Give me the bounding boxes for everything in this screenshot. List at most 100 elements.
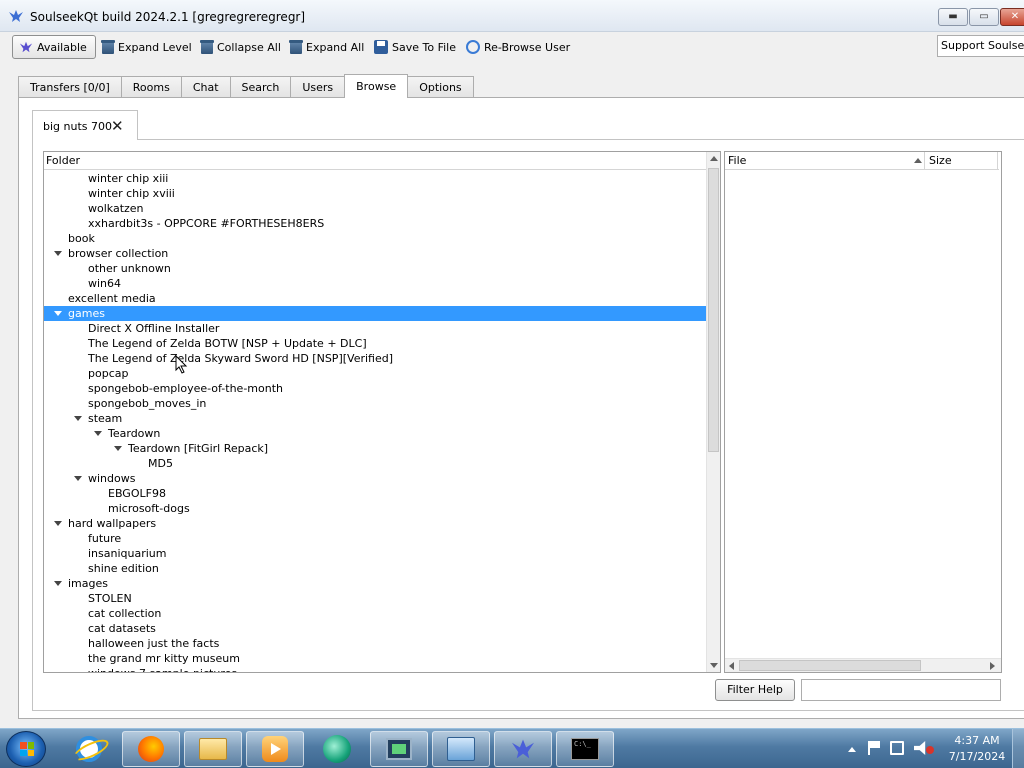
- folder-row[interactable]: win64: [44, 276, 706, 291]
- hscrollbar-thumb[interactable]: [739, 660, 921, 671]
- folder-row[interactable]: Teardown: [44, 426, 706, 441]
- expand-all-button[interactable]: Expand All: [286, 35, 368, 59]
- scroll-left-arrow-icon[interactable]: [729, 662, 734, 670]
- folder-row[interactable]: spongebob-employee-of-the-month: [44, 381, 706, 396]
- show-hidden-icons-icon[interactable]: [848, 747, 856, 752]
- folder-row[interactable]: STOLEN: [44, 591, 706, 606]
- folder-row[interactable]: xxhardbit3s - OPPCORE #FORTHESEH8ERS: [44, 216, 706, 231]
- folder-row[interactable]: winter chip xiii: [44, 171, 706, 186]
- folder-label: MD5: [148, 457, 173, 470]
- folder-label: winter chip xiii: [88, 172, 169, 185]
- taskbar-app[interactable]: [308, 731, 366, 767]
- tab-options[interactable]: Options: [407, 76, 474, 98]
- save-to-file-button[interactable]: Save To File: [370, 35, 460, 59]
- taskbar-monitor-app[interactable]: [370, 731, 428, 767]
- expand-arrow-icon[interactable]: [54, 581, 62, 586]
- taskbar-internet-explorer[interactable]: [60, 731, 118, 767]
- folder-row[interactable]: shine edition: [44, 561, 706, 576]
- folder-row[interactable]: windows 7 sample pictures: [44, 666, 706, 672]
- file-list-hscrollbar[interactable]: [725, 658, 1001, 672]
- taskbar-explorer[interactable]: [184, 731, 242, 767]
- folder-row[interactable]: EBGOLF98: [44, 486, 706, 501]
- taskbar-media-player[interactable]: [246, 731, 304, 767]
- taskbar-control-panel[interactable]: [432, 731, 490, 767]
- file-list[interactable]: File Size: [724, 151, 1002, 673]
- folder-row[interactable]: steam: [44, 411, 706, 426]
- maximize-button[interactable]: ▭: [969, 8, 999, 26]
- folder-row[interactable]: excellent media: [44, 291, 706, 306]
- folder-row[interactable]: The Legend of Zelda BOTW [NSP + Update +…: [44, 336, 706, 351]
- close-tab-icon[interactable]: ✕: [111, 117, 124, 135]
- folder-row[interactable]: games: [44, 306, 706, 321]
- scroll-right-arrow-icon[interactable]: [990, 662, 995, 670]
- size-column-header[interactable]: Size: [926, 152, 998, 170]
- show-desktop-button[interactable]: [1012, 729, 1024, 768]
- tab-rooms[interactable]: Rooms: [120, 76, 182, 98]
- folder-row[interactable]: MD5: [44, 456, 706, 471]
- folder-row[interactable]: browser collection: [44, 246, 706, 261]
- expand-arrow-icon[interactable]: [54, 311, 62, 316]
- folder-row[interactable]: popcap: [44, 366, 706, 381]
- scroll-up-arrow-icon[interactable]: [710, 156, 718, 161]
- clock[interactable]: 4:37 AM 7/17/2024: [944, 733, 1010, 765]
- folder-row[interactable]: The Legend of Zelda Skyward Sword HD [NS…: [44, 351, 706, 366]
- tab-search[interactable]: Search: [229, 76, 292, 98]
- minimize-button[interactable]: ▬: [938, 8, 968, 26]
- rebrowse-user-button[interactable]: Re-Browse User: [462, 35, 574, 59]
- folder-row[interactable]: spongebob_moves_in: [44, 396, 706, 411]
- tab-chat[interactable]: Chat: [180, 76, 231, 98]
- folder-row[interactable]: images: [44, 576, 706, 591]
- folder-row[interactable]: microsoft-dogs: [44, 501, 706, 516]
- expand-arrow-icon[interactable]: [114, 446, 122, 451]
- folder-row[interactable]: book: [44, 231, 706, 246]
- network-icon[interactable]: [890, 741, 904, 755]
- folder-row[interactable]: cat collection: [44, 606, 706, 621]
- expand-arrow-icon[interactable]: [94, 431, 102, 436]
- folder-row[interactable]: the grand mr kitty museum: [44, 651, 706, 666]
- available-status-button[interactable]: Available: [12, 35, 96, 59]
- folder-column-header[interactable]: Folder: [44, 152, 706, 170]
- folder-tree[interactable]: Folder winter chip xiii winter chip xviii…: [43, 151, 721, 673]
- folder-row[interactable]: hard wallpapers: [44, 516, 706, 531]
- action-center-flag-icon[interactable]: [868, 741, 882, 755]
- folder-row[interactable]: Direct X Offline Installer: [44, 321, 706, 336]
- support-soulseek-button[interactable]: Support Soulseek: [937, 35, 1024, 57]
- folder-row[interactable]: future: [44, 531, 706, 546]
- taskbar-soulseek[interactable]: [494, 731, 552, 767]
- filter-input[interactable]: [801, 679, 1001, 701]
- expand-arrow-icon[interactable]: [74, 476, 82, 481]
- toolbar: Available Expand Level Collapse All Expa…: [0, 32, 1024, 62]
- folder-row[interactable]: insaniquarium: [44, 546, 706, 561]
- expand-arrow-icon[interactable]: [54, 251, 62, 256]
- folder-row[interactable]: other unknown: [44, 261, 706, 276]
- scroll-down-arrow-icon[interactable]: [710, 663, 718, 668]
- expand-all-icon: [289, 40, 303, 54]
- folder-row[interactable]: wolkatzen: [44, 201, 706, 216]
- collapse-all-button[interactable]: Collapse All: [197, 35, 285, 59]
- close-button[interactable]: ✕: [1000, 8, 1024, 26]
- cmd-icon: C:\_: [571, 738, 599, 760]
- expand-arrow-icon[interactable]: [54, 521, 62, 526]
- tab-transfers-0-0[interactable]: Transfers [0/0]: [18, 76, 122, 98]
- folder-label: the grand mr kitty museum: [88, 652, 240, 665]
- folder-row[interactable]: cat datasets: [44, 621, 706, 636]
- folder-tree-scrollbar[interactable]: [706, 152, 720, 672]
- folder-row[interactable]: halloween just the facts: [44, 636, 706, 651]
- file-column-header[interactable]: File: [725, 152, 925, 170]
- start-button[interactable]: [6, 731, 46, 767]
- folder-row[interactable]: winter chip xviii: [44, 186, 706, 201]
- rebrowse-user-label: Re-Browse User: [484, 40, 571, 54]
- folder-row[interactable]: Teardown [FitGirl Repack]: [44, 441, 706, 456]
- expand-level-button[interactable]: Expand Level: [98, 35, 196, 59]
- folder-row[interactable]: windows: [44, 471, 706, 486]
- user-browse-tab[interactable]: big nuts 700 ✕: [32, 110, 138, 140]
- taskbar-command-prompt[interactable]: C:\_: [556, 731, 614, 767]
- filter-help-button[interactable]: Filter Help: [715, 679, 795, 701]
- scrollbar-thumb[interactable]: [708, 168, 719, 452]
- expand-arrow-icon[interactable]: [74, 416, 82, 421]
- tab-browse[interactable]: Browse: [344, 74, 409, 98]
- taskbar-firefox[interactable]: [122, 731, 180, 767]
- tab-users[interactable]: Users: [290, 76, 346, 98]
- title-bar[interactable]: SoulseekQt build 2024.2.1 [gregregreregr…: [0, 0, 1024, 32]
- size-column-label: Size: [929, 154, 952, 167]
